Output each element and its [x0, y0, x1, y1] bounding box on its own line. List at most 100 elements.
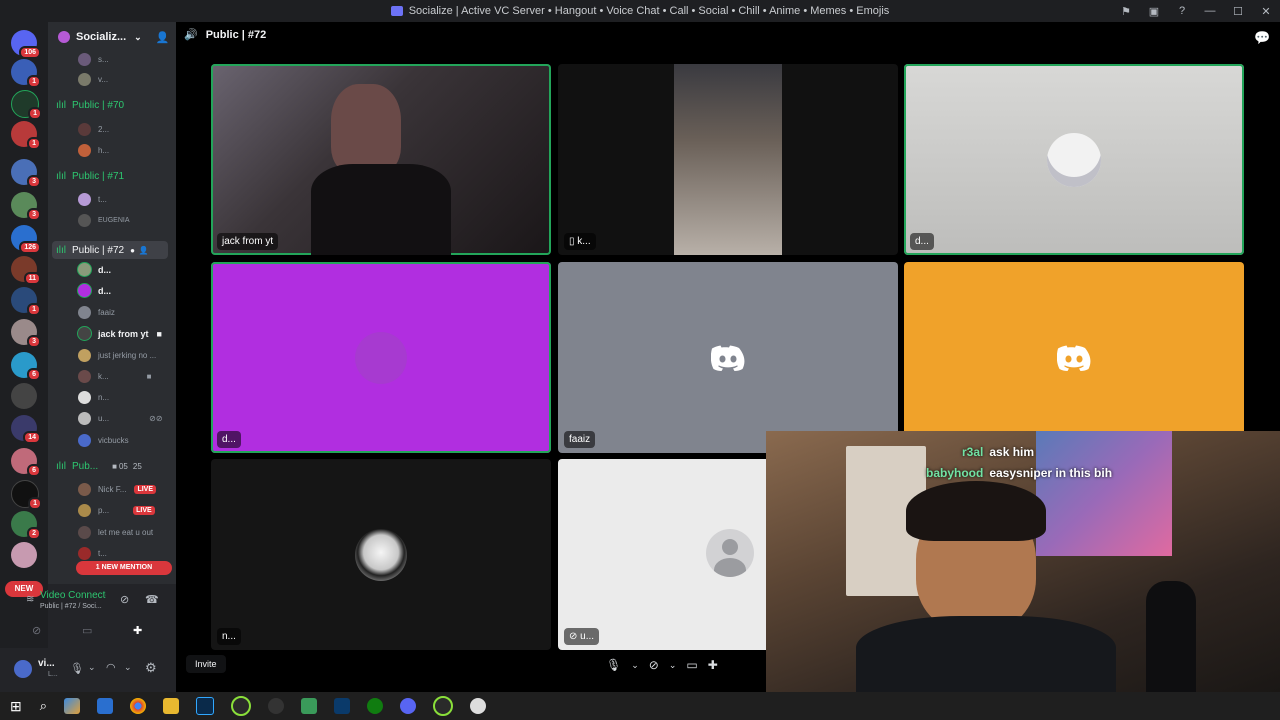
vs-code-icon[interactable] [334, 698, 351, 714]
voice-member[interactable]: 2... [78, 123, 109, 136]
inbox-icon[interactable]: ▣ [1140, 5, 1168, 18]
chat-bubble-icon[interactable]: 💬 [1254, 30, 1270, 46]
signal-icon[interactable]: ≋ [26, 594, 34, 605]
video-tile[interactable]: d... [904, 64, 1244, 255]
chevron-down-icon[interactable]: ⌄ [88, 662, 96, 673]
search-icon[interactable]: ⌕ [40, 698, 47, 714]
windows-start-icon[interactable]: ⊞ [10, 698, 22, 715]
gear-icon[interactable]: ⚙ [145, 660, 157, 676]
help-icon[interactable]: ? [1168, 5, 1196, 17]
voice-member[interactable]: n... [78, 391, 109, 404]
video-tile[interactable]: ▯ k... [558, 64, 898, 255]
home-dm-button[interactable]: 106 [11, 30, 41, 59]
voice-member[interactable]: v... [78, 73, 108, 86]
voice-member[interactable]: h... [78, 144, 109, 157]
guild-icon[interactable]: 126 [11, 225, 41, 254]
voice-member[interactable]: t... [78, 547, 107, 560]
discord-icon[interactable] [400, 698, 417, 714]
voice-member[interactable]: k... ■ [78, 370, 152, 383]
guild-icon[interactable]: 6 [11, 352, 41, 381]
store-icon[interactable] [97, 698, 114, 714]
guild-icon[interactable]: 3 [11, 159, 41, 188]
guild-icon[interactable]: 11 [11, 256, 41, 285]
microphone-icon[interactable]: 🎙 [70, 662, 84, 675]
guild-icon[interactable]: 2 [11, 511, 41, 540]
activities-icon[interactable]: ✚ [133, 624, 142, 637]
copilot-icon[interactable] [64, 698, 81, 714]
voice-status[interactable]: Video Connected [40, 590, 106, 601]
chevron-down-icon[interactable]: ⌄ [631, 660, 639, 671]
camera-off-icon[interactable]: ⊘ [32, 624, 41, 637]
voice-member[interactable]: jack from yt ■ [78, 327, 162, 340]
screen-share-icon[interactable]: ▭ [82, 624, 92, 637]
voice-member[interactable]: t... [78, 193, 107, 206]
invite-button[interactable]: Invite [186, 655, 226, 673]
app-icon[interactable] [231, 696, 252, 716]
video-tile[interactable]: jack from yt [211, 64, 551, 255]
noise-suppression-icon[interactable]: ⊘ [120, 593, 129, 606]
voice-member[interactable]: Nick F... LIVE [78, 483, 157, 496]
app-icon[interactable] [433, 696, 454, 716]
voice-member[interactable]: u... ⊘⊘ [78, 412, 163, 425]
app-icon[interactable] [470, 698, 487, 714]
app-icon[interactable] [301, 698, 318, 714]
obs-icon[interactable] [268, 698, 285, 714]
badge: 6 [27, 464, 41, 477]
headphones-icon[interactable]: ◠ [106, 661, 116, 674]
photoshop-icon[interactable] [196, 697, 215, 715]
screen-share-icon[interactable]: ▭ [686, 658, 697, 672]
guild-icon[interactable] [11, 383, 37, 409]
chrome-icon[interactable] [130, 698, 147, 714]
voice-member[interactable]: faaiz [78, 306, 115, 319]
voice-member[interactable]: just jerking no ... [78, 349, 156, 362]
video-tile[interactable]: d... [211, 262, 551, 453]
guild-icon[interactable]: 1 [11, 90, 42, 120]
guild-icon[interactable] [11, 542, 37, 568]
add-member-icon[interactable]: 👤 [139, 246, 149, 255]
chevron-down-icon[interactable]: ⌄ [669, 660, 677, 671]
voice-member[interactable]: p... LIVE [78, 504, 155, 517]
activities-icon[interactable]: ✚ [708, 658, 718, 672]
voice-member[interactable]: EUGENIA [78, 214, 130, 227]
voice-channel-pub[interactable]: ılıl Pub... ■ 05 25 [56, 461, 142, 472]
voice-channel-72[interactable]: ılıl Public | #72 ● 👤 [52, 241, 168, 259]
voice-channel-path[interactable]: Public | #72 / Soci... [40, 603, 102, 610]
new-unreads-pill[interactable]: NEW [5, 581, 43, 597]
xbox-icon[interactable] [367, 698, 384, 714]
maximize-icon[interactable]: ☐ [1224, 5, 1252, 18]
guild-icon[interactable]: 6 [11, 448, 41, 477]
guild-icon[interactable]: 1 [11, 59, 41, 88]
add-member-icon[interactable]: 👤 [156, 31, 170, 44]
server-header[interactable]: Socializ... ⌄ 👤 [48, 22, 176, 52]
user-name[interactable]: vi... [38, 658, 55, 669]
guild-icon[interactable]: 1 [11, 287, 41, 316]
voice-channel-71[interactable]: ılıl Public | #71 [56, 171, 124, 182]
video-tile[interactable]: faaiz [558, 262, 898, 453]
badge: 1 [27, 137, 41, 150]
voice-member[interactable]: vicbucks [78, 434, 129, 447]
guild-icon[interactable]: 3 [11, 192, 41, 221]
disconnect-icon[interactable]: ☎ [145, 593, 159, 606]
guild-icon[interactable]: 1 [11, 121, 41, 150]
camera-off-icon[interactable]: ⊘ [649, 658, 659, 672]
flag-icon[interactable]: ⚑ [1112, 5, 1140, 18]
video-tile[interactable]: n... [211, 459, 551, 650]
app-icon [390, 6, 403, 16]
guild-icon[interactable]: 14 [11, 415, 41, 444]
file-explorer-icon[interactable] [163, 698, 180, 714]
voice-member[interactable]: d... [78, 263, 111, 276]
microphone-icon[interactable]: 🎙 [606, 658, 621, 672]
new-mention-pill[interactable]: 1 NEW MENTION [76, 561, 172, 575]
voice-channel-70[interactable]: ılıl Public | #70 [56, 100, 124, 111]
close-icon[interactable]: ✕ [1252, 5, 1280, 18]
guild-icon[interactable]: 3 [11, 319, 41, 348]
user-avatar[interactable] [14, 660, 32, 678]
voice-member[interactable]: d... [78, 284, 111, 297]
chevron-down-icon[interactable]: ⌄ [124, 662, 132, 673]
guild-icon[interactable]: 1 [11, 480, 42, 510]
video-tile[interactable] [904, 262, 1244, 453]
voice-member[interactable]: let me eat u out [78, 526, 153, 539]
voice-member[interactable]: s... [78, 53, 109, 66]
minimize-icon[interactable]: — [1196, 5, 1224, 17]
chat-icon[interactable]: ● [130, 246, 135, 255]
